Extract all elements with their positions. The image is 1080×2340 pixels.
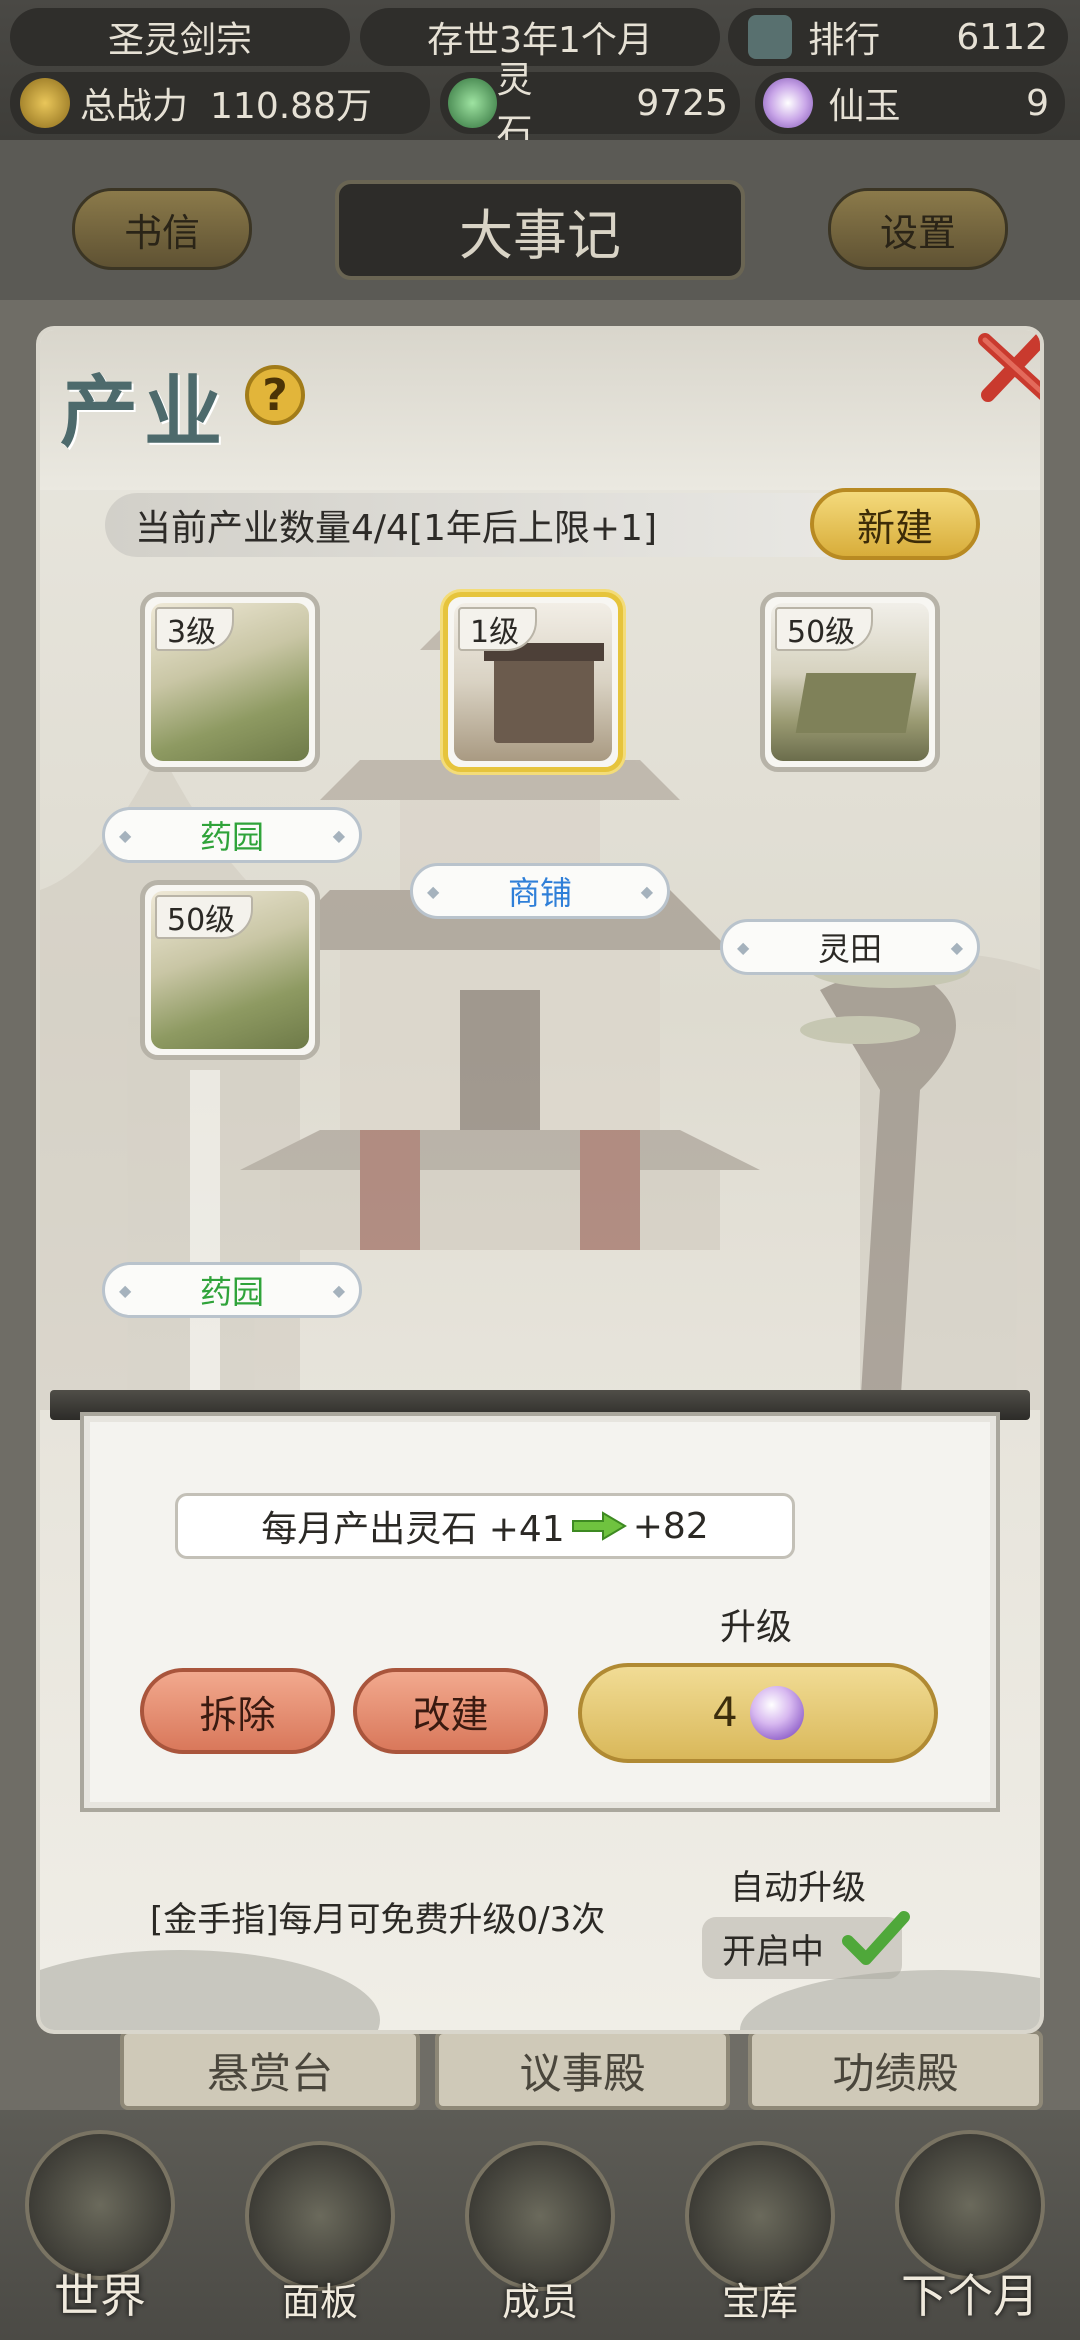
demolish-button[interactable]: 拆除: [140, 1668, 335, 1754]
bg-building-1-label: 悬赏台: [206, 2048, 333, 2098]
power-icon: [20, 78, 70, 128]
spirit-field-image: 50级: [771, 603, 929, 761]
industry-count-text: 当前产业数量4/4[1年后上限+1]: [135, 508, 658, 549]
bg-building-2-label: 议事殿: [519, 2048, 646, 2098]
bg-building-3: 功绩殿: [748, 2030, 1043, 2110]
bg-building-1: 悬赏台: [120, 2030, 420, 2110]
jade-value: 9: [1026, 82, 1049, 124]
help-icon[interactable]: ?: [245, 365, 305, 425]
slot-4-level: 50级: [155, 895, 254, 939]
nav-treasury[interactable]: 宝库: [660, 2110, 860, 2340]
events-title[interactable]: 大事记: [335, 180, 745, 280]
slot-2-name: 商铺: [410, 863, 670, 919]
auto-upgrade-label: 自动升级: [730, 1868, 866, 1908]
slot-1-name: 药园: [102, 807, 362, 863]
rank-label: 排行: [808, 20, 881, 61]
jade-icon: [749, 1686, 804, 1740]
close-icon[interactable]: [970, 330, 1040, 410]
nav-treasury-label: 宝库: [721, 2280, 798, 2324]
spirit-stone-pill: 灵石 9725: [440, 60, 740, 153]
monthly-output: 每月产出灵石 +41 +82: [175, 1493, 795, 1559]
herb-garden-image: 50级: [151, 891, 309, 1049]
output-prefix: 每月产出灵石 +41: [261, 1509, 565, 1550]
herb-garden-image: 3级: [151, 603, 309, 761]
rank-value: 6112: [956, 16, 1048, 58]
slot-4-name-text: 药园: [199, 1273, 264, 1311]
panel-title: 产业: [60, 367, 229, 458]
nav-world[interactable]: 世界: [0, 2110, 200, 2340]
nav-world-label: 世界: [54, 2269, 146, 2323]
upgrade-label: 升级: [720, 1607, 793, 1648]
sect-name-pill: 圣灵剑宗: [10, 8, 350, 66]
spirit-stone-value: 9725: [636, 82, 728, 124]
settings-button[interactable]: 设置: [828, 188, 1008, 270]
next-month-icon: [895, 2130, 1045, 2280]
slot-2-name-text: 商铺: [507, 874, 572, 912]
slot-3-level: 50级: [775, 607, 874, 651]
nav-next-month[interactable]: 下个月: [870, 2110, 1070, 2340]
slot-3-name-text: 灵田: [817, 930, 882, 968]
rank-pill[interactable]: 排行 6112: [728, 8, 1068, 66]
sect-name: 圣灵剑宗: [107, 20, 252, 61]
new-build-button[interactable]: 新建: [810, 488, 980, 560]
treasury-icon: [685, 2141, 835, 2291]
checkmark-icon[interactable]: [840, 1905, 910, 1975]
upgrade-button[interactable]: 4: [578, 1663, 938, 1763]
rebuild-label: 改建: [412, 1692, 489, 1737]
jade-icon: [763, 78, 813, 128]
jade-label: 仙玉: [828, 86, 901, 127]
nav-next-month-label: 下个月: [901, 2269, 1039, 2323]
rank-icon: [748, 15, 792, 59]
arrow-right-icon: [571, 1511, 627, 1541]
settings-label: 设置: [879, 210, 956, 255]
slot-1-name-text: 药园: [199, 818, 264, 856]
spirit-stone-icon: [448, 78, 497, 128]
jade-pill: 仙玉 9: [755, 72, 1065, 134]
slot-4-name: 药园: [102, 1262, 362, 1318]
power-label: 总战力: [80, 86, 189, 127]
slot-3-name: 灵田: [720, 919, 980, 975]
industry-panel: 产业 ? 当前产业数量4/4[1年后上限+1] 新建 3级 药园 1级 商铺 5…: [40, 330, 1040, 2030]
goldfinger-text: [金手指]每月可免费升级0/3次: [150, 1900, 606, 1940]
nav-panel[interactable]: 面板: [220, 2110, 420, 2340]
letters-button[interactable]: 书信: [72, 188, 252, 270]
new-build-label: 新建: [856, 505, 933, 550]
demolish-label: 拆除: [199, 1692, 276, 1737]
bg-building-3-label: 功绩殿: [832, 2048, 959, 2098]
power-pill: 总战力 110.88万: [10, 72, 430, 134]
letters-label: 书信: [123, 210, 200, 255]
shop-image: 1级: [454, 603, 612, 761]
nav-members[interactable]: 成员: [440, 2110, 640, 2340]
auto-upgrade-state: 开启中: [722, 1931, 824, 1972]
slot-1-level: 3级: [155, 607, 235, 651]
events-label: 大事记: [459, 203, 621, 267]
industry-slot-2[interactable]: 1级: [443, 592, 623, 772]
upgrade-cost: 4: [712, 1690, 738, 1736]
power-value: 110.88万: [210, 86, 372, 127]
industry-count-bar: 当前产业数量4/4[1年后上限+1]: [105, 493, 855, 557]
nav-panel-label: 面板: [281, 2280, 358, 2324]
bg-building-2: 议事殿: [435, 2030, 730, 2110]
industry-slot-3[interactable]: 50级: [760, 592, 940, 772]
panel-icon: [245, 2141, 395, 2291]
members-icon: [465, 2141, 615, 2291]
world-icon: [25, 2130, 175, 2280]
slot-2-level: 1级: [458, 607, 538, 651]
industry-slot-4[interactable]: 50级: [140, 880, 320, 1060]
nav-members-label: 成员: [501, 2280, 578, 2324]
output-suffix: +82: [632, 1505, 709, 1547]
industry-slot-1[interactable]: 3级: [140, 592, 320, 772]
rebuild-button[interactable]: 改建: [353, 1668, 548, 1754]
